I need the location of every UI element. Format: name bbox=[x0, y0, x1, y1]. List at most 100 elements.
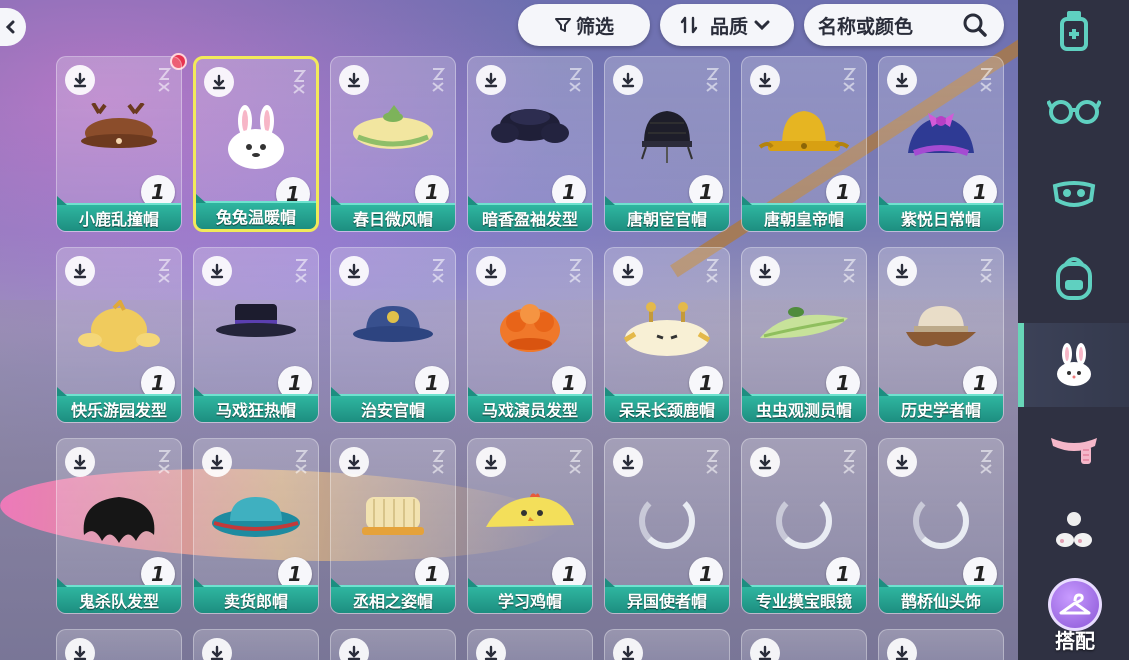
item-card[interactable]: 1 春日微风帽 bbox=[330, 56, 456, 232]
item-card-partial[interactable] bbox=[741, 629, 867, 660]
brand-mark-icon bbox=[157, 449, 172, 475]
category-potion[interactable] bbox=[1018, 0, 1129, 70]
item-card[interactable]: 1 鹊桥仙头饰 bbox=[878, 438, 1004, 614]
item-name: 历史学者帽 bbox=[879, 387, 1003, 422]
item-image bbox=[208, 491, 304, 545]
download-icon[interactable] bbox=[202, 638, 232, 660]
download-icon[interactable] bbox=[476, 256, 506, 286]
loading-spinner-icon bbox=[776, 493, 832, 549]
item-card[interactable]: 1 暗香盈袖发型 bbox=[467, 56, 593, 232]
item-image bbox=[74, 491, 164, 555]
brand-mark-icon bbox=[292, 69, 307, 95]
item-card[interactable]: 1 专业摸宝眼镜 bbox=[741, 438, 867, 614]
download-icon[interactable] bbox=[750, 447, 780, 477]
sort-quality-dropdown[interactable]: 品质 bbox=[660, 4, 794, 46]
item-name: 丞相之姿帽 bbox=[331, 578, 455, 613]
item-card[interactable]: 1 鬼杀队发型 bbox=[56, 438, 182, 614]
download-icon[interactable] bbox=[887, 65, 917, 95]
brand-mark-icon bbox=[842, 67, 857, 93]
item-card[interactable]: 1 历史学者帽 bbox=[878, 247, 1004, 423]
category-scarf[interactable] bbox=[1018, 408, 1129, 488]
download-icon[interactable] bbox=[613, 256, 643, 286]
item-card-partial[interactable] bbox=[467, 629, 593, 660]
category-hats[interactable] bbox=[1018, 323, 1129, 407]
item-image bbox=[485, 103, 575, 157]
item-card-partial[interactable] bbox=[193, 629, 319, 660]
brand-mark-icon bbox=[568, 67, 583, 93]
download-icon[interactable] bbox=[65, 256, 95, 286]
download-icon[interactable] bbox=[339, 638, 369, 660]
item-name: 鹊桥仙头饰 bbox=[879, 578, 1003, 613]
brand-mark-icon bbox=[431, 449, 446, 475]
brand-mark-icon bbox=[842, 258, 857, 284]
download-icon[interactable] bbox=[613, 447, 643, 477]
top-toolbar: 筛选 品质 名称或颜色 bbox=[518, 4, 1004, 46]
download-icon[interactable] bbox=[202, 256, 232, 286]
download-icon[interactable] bbox=[750, 65, 780, 95]
item-card[interactable]: 1 兔兔温暖帽 bbox=[193, 56, 319, 232]
item-card[interactable]: 1 紫悦日常帽 bbox=[878, 56, 1004, 232]
item-name: 学习鸡帽 bbox=[468, 578, 592, 613]
item-image bbox=[898, 103, 984, 167]
glasses-icon bbox=[1046, 100, 1101, 124]
item-card-partial[interactable] bbox=[604, 629, 730, 660]
dress-up-button[interactable]: 搭配 bbox=[1042, 578, 1108, 654]
item-name: 暗香盈袖发型 bbox=[468, 196, 592, 231]
category-face-mask[interactable] bbox=[1018, 156, 1129, 236]
brand-mark-icon bbox=[294, 258, 309, 284]
item-card[interactable]: 1 丞相之姿帽 bbox=[330, 438, 456, 614]
item-card[interactable]: 1 马戏狂热帽 bbox=[193, 247, 319, 423]
download-icon[interactable] bbox=[476, 65, 506, 95]
item-image bbox=[358, 491, 428, 545]
download-icon[interactable] bbox=[750, 256, 780, 286]
item-card[interactable]: 1 快乐游园发型 bbox=[56, 247, 182, 423]
download-icon[interactable] bbox=[339, 256, 369, 286]
item-card[interactable]: 1 异国使者帽 bbox=[604, 438, 730, 614]
brand-mark-icon bbox=[705, 258, 720, 284]
download-icon[interactable] bbox=[476, 638, 506, 660]
download-icon[interactable] bbox=[887, 447, 917, 477]
search-input[interactable]: 名称或颜色 bbox=[804, 4, 1004, 46]
search-icon[interactable] bbox=[962, 12, 988, 38]
hanger-icon bbox=[1048, 578, 1102, 631]
item-card-partial[interactable] bbox=[56, 629, 182, 660]
download-icon[interactable] bbox=[613, 638, 643, 660]
item-name: 治安官帽 bbox=[331, 387, 455, 422]
brand-mark-icon bbox=[842, 449, 857, 475]
category-shoes[interactable] bbox=[1018, 492, 1129, 572]
item-name: 快乐游园发型 bbox=[57, 387, 181, 422]
item-name: 异国使者帽 bbox=[605, 578, 729, 613]
download-icon[interactable] bbox=[887, 638, 917, 660]
download-icon[interactable] bbox=[887, 256, 917, 286]
download-icon[interactable] bbox=[65, 447, 95, 477]
item-card-partial[interactable] bbox=[878, 629, 1004, 660]
category-glasses[interactable] bbox=[1018, 70, 1129, 150]
item-card[interactable]: 1 卖货郎帽 bbox=[193, 438, 319, 614]
item-card[interactable]: 1 唐朝皇帝帽 bbox=[741, 56, 867, 232]
download-icon[interactable] bbox=[65, 65, 95, 95]
item-card[interactable]: 1 学习鸡帽 bbox=[467, 438, 593, 614]
face-mask-icon bbox=[1052, 181, 1095, 207]
download-icon[interactable] bbox=[202, 447, 232, 477]
item-image bbox=[619, 300, 715, 364]
download-icon[interactable] bbox=[750, 638, 780, 660]
filter-button[interactable]: 筛选 bbox=[518, 4, 650, 46]
download-icon[interactable] bbox=[204, 67, 234, 97]
item-card[interactable]: 1 虫虫观测员帽 bbox=[741, 247, 867, 423]
item-card[interactable]: 1 治安官帽 bbox=[330, 247, 456, 423]
brand-mark-icon bbox=[979, 258, 994, 284]
item-card[interactable]: 1 呆呆长颈鹿帽 bbox=[604, 247, 730, 423]
item-card-partial[interactable] bbox=[330, 629, 456, 660]
brand-mark-icon bbox=[705, 449, 720, 475]
download-icon[interactable] bbox=[65, 638, 95, 660]
category-backpack[interactable] bbox=[1018, 238, 1129, 318]
item-card[interactable]: 1 马戏演员发型 bbox=[467, 247, 593, 423]
download-icon[interactable] bbox=[339, 65, 369, 95]
brand-mark-icon bbox=[157, 67, 172, 93]
item-card[interactable]: 1 小鹿乱撞帽 bbox=[56, 56, 182, 232]
backpack-icon bbox=[1055, 257, 1092, 300]
download-icon[interactable] bbox=[476, 447, 506, 477]
item-card[interactable]: 1 唐朝宦官帽 bbox=[604, 56, 730, 232]
download-icon[interactable] bbox=[339, 447, 369, 477]
download-icon[interactable] bbox=[613, 65, 643, 95]
